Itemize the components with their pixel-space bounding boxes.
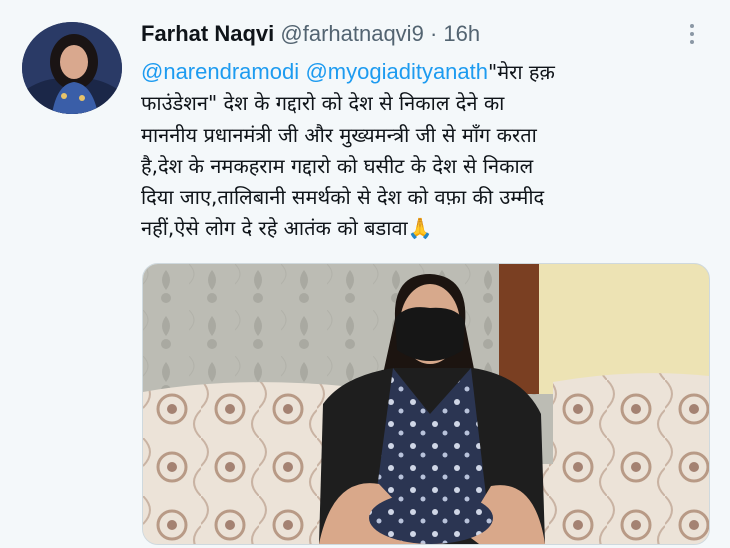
- mention-link[interactable]: @narendramodi: [141, 59, 299, 84]
- text-line-2: फाउंडेशन" देश के गद्दारो को देश से निकाल…: [141, 91, 505, 116]
- tweet: Farhat Naqvi @farhatnaqvi9 · 16h @narend…: [0, 0, 730, 548]
- avatar[interactable]: [22, 22, 122, 114]
- author-handle[interactable]: @farhatnaqvi9: [280, 21, 423, 46]
- timestamp[interactable]: 16h: [443, 21, 480, 46]
- mention-link[interactable]: @myogiadityanath: [305, 59, 488, 84]
- media-image: [143, 264, 709, 544]
- tweet-media[interactable]: [142, 263, 710, 545]
- text-segment: "मेरा हक़: [488, 60, 555, 84]
- text-line-1: @narendramodi @myogiadityanath"मेरा हक़: [141, 56, 701, 88]
- text-segment: नहीं,ऐसे लोग दे रहे आतंक को बडावा: [141, 216, 408, 241]
- folded-hands-emoji: 🙏: [407, 216, 433, 241]
- text-line-5: दिया जाए,तालिबानी समर्थको से देश को वफ़ा…: [141, 185, 545, 210]
- author-name[interactable]: Farhat Naqvi: [141, 21, 274, 46]
- text-line-3: माननीय प्रधानमंत्री जी और मुख्यमन्त्री ज…: [141, 122, 537, 147]
- tweet-text: @narendramodi @myogiadityanath"मेरा हक़ …: [141, 56, 701, 245]
- more-vertical-icon[interactable]: [682, 20, 702, 50]
- text-line-4: है,देश के नमकहराम गद्दारो को घसीट के देश…: [141, 153, 534, 178]
- tweet-header: Farhat Naqvi @farhatnaqvi9 · 16h: [141, 17, 480, 51]
- text-line-6: नहीं,ऐसे लोग दे रहे आतंक को बडावा🙏: [141, 213, 701, 244]
- separator-dot: ·: [429, 21, 438, 46]
